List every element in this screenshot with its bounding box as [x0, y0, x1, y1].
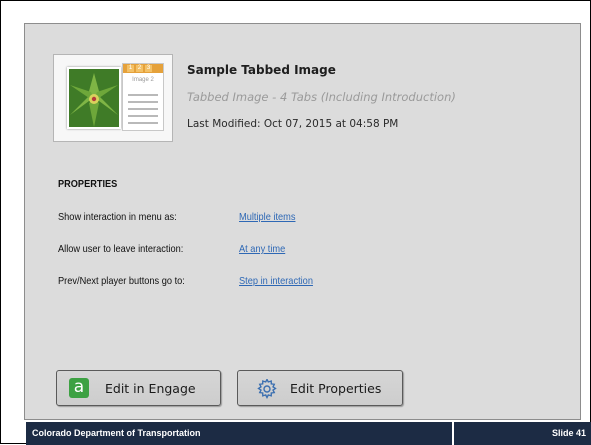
thumb-text-line — [128, 108, 158, 110]
thumb-text-line — [128, 122, 158, 124]
thumb-text-line — [128, 94, 158, 96]
edit-properties-label: Edit Properties — [290, 381, 382, 396]
gear-icon — [257, 379, 277, 399]
edit-in-engage-button[interactable]: a Edit in Engage — [56, 370, 221, 406]
last-modified: Last Modified: Oct 07, 2015 at 04:58 PM — [187, 118, 399, 130]
property-label-prev-next: Prev/Next player buttons go to: — [58, 275, 185, 287]
interaction-title: Sample Tabbed Image — [187, 63, 336, 77]
engage-icon: a — [69, 378, 89, 398]
thumb-text-line — [128, 115, 158, 117]
footer-left-cell: Colorado Department of Transportation — [26, 422, 454, 445]
property-label-menu: Show interaction in menu as: — [58, 211, 177, 223]
slide-number: Slide 41 — [551, 428, 586, 438]
slide: 1 2 3 Image 2 Sample Tabbed Image Tabbed… — [0, 0, 591, 445]
tabbed-document-icon: 1 2 3 Image 2 — [122, 63, 164, 131]
succulent-image — [69, 69, 119, 127]
properties-heading: PROPERTIES — [58, 179, 118, 190]
property-link-menu[interactable]: Multiple items — [239, 211, 295, 223]
slide-footer: Colorado Department of Transportation Sl… — [26, 422, 591, 445]
succulent-photo — [67, 67, 121, 129]
thumb-tab-3: 3 — [145, 65, 152, 72]
edit-in-engage-label: Edit in Engage — [105, 381, 196, 396]
property-link-leave[interactable]: At any time — [239, 243, 285, 255]
thumb-text-line — [128, 101, 158, 103]
thumb-tab-2: 2 — [136, 65, 143, 72]
thumb-doc-label: Image 2 — [132, 77, 154, 83]
property-link-prev-next[interactable]: Step in interaction — [239, 275, 313, 287]
interaction-subtitle: Tabbed Image - 4 Tabs (Including Introdu… — [187, 90, 456, 104]
interaction-thumbnail: 1 2 3 Image 2 — [53, 54, 173, 142]
property-label-leave: Allow user to leave interaction: — [58, 243, 184, 255]
tab-strip: 1 2 3 — [123, 64, 163, 73]
edit-properties-button[interactable]: Edit Properties — [237, 370, 403, 406]
footer-organization: Colorado Department of Transportation — [32, 428, 201, 438]
thumb-tab-1: 1 — [127, 65, 134, 72]
